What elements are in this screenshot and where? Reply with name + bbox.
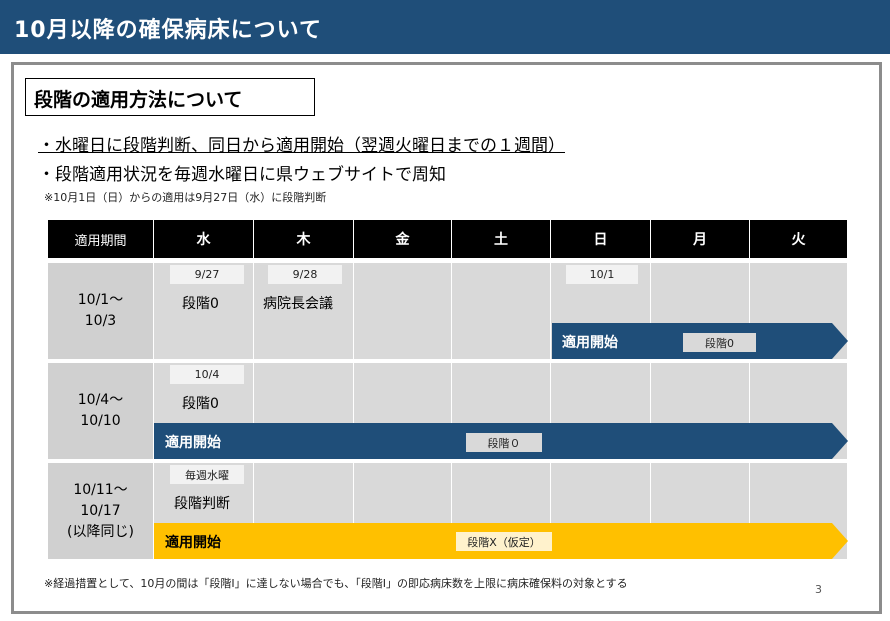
page-number: 3 xyxy=(815,583,822,596)
bullet-judgement: ・水曜日に段階判断、同日から適用開始（翌週火曜日までの１週間） xyxy=(38,136,565,156)
stage-judgement-text: 段階判断 xyxy=(174,496,230,512)
header-mon: 月 xyxy=(651,220,749,258)
header-sun: 日 xyxy=(551,220,650,258)
header-wed: 水 xyxy=(154,220,253,258)
section-title: 段階の適用方法について xyxy=(34,89,243,111)
stage-text-r1: 段階0 xyxy=(182,296,219,312)
apply-label-r1: 適用開始 xyxy=(562,335,618,351)
date-tag-0927: 9/27 xyxy=(170,265,244,284)
stage-tag-r1: 段階0 xyxy=(683,333,756,352)
date-tag-1004: 10/4 xyxy=(170,365,244,384)
section-heading-box: 段階の適用方法について xyxy=(25,78,315,116)
apply-label-r3: 適用開始 xyxy=(165,535,221,551)
apply-label-r2: 適用開始 xyxy=(165,435,221,451)
stage-tag-r2: 段階０ xyxy=(466,433,542,452)
header-period: 適用期間 xyxy=(48,220,153,258)
bullet-announcement: ・段階適用状況を毎週水曜日に県ウェブサイトで周知 xyxy=(38,165,446,185)
row-period-3: 10/11～ 10/17 (以降同じ) xyxy=(48,463,153,559)
stage-tag-r3: 段階X（仮定） xyxy=(456,532,552,551)
page-title: 10月以降の確保病床について xyxy=(14,18,322,43)
date-tag-1001: 10/1 xyxy=(566,265,638,284)
header-thu: 木 xyxy=(254,220,353,258)
header-fri: 金 xyxy=(354,220,451,258)
cell-r1-sat xyxy=(452,263,550,359)
weekly-wed-tag: 毎週水曜 xyxy=(170,465,244,484)
row-period-2: 10/4～ 10/10 xyxy=(48,363,153,459)
stage-text-r2: 段階0 xyxy=(182,396,219,412)
cell-r1-fri xyxy=(354,263,451,359)
header-sat: 土 xyxy=(452,220,550,258)
header-tue: 火 xyxy=(750,220,847,258)
note-october-first: ※10月1日（日）からの適用は9月27日（水）に段階判断 xyxy=(44,191,327,204)
meeting-text: 病院長会議 xyxy=(263,296,333,312)
footnote-transition: ※経過措置として、10月の間は「段階Ⅰ」に達しない場合でも、「段階Ⅰ」の即応病床… xyxy=(44,577,628,590)
date-tag-0928: 9/28 xyxy=(268,265,342,284)
header-bar: 10月以降の確保病床について xyxy=(0,0,890,54)
row-period-1: 10/1～ 10/3 xyxy=(48,263,153,359)
